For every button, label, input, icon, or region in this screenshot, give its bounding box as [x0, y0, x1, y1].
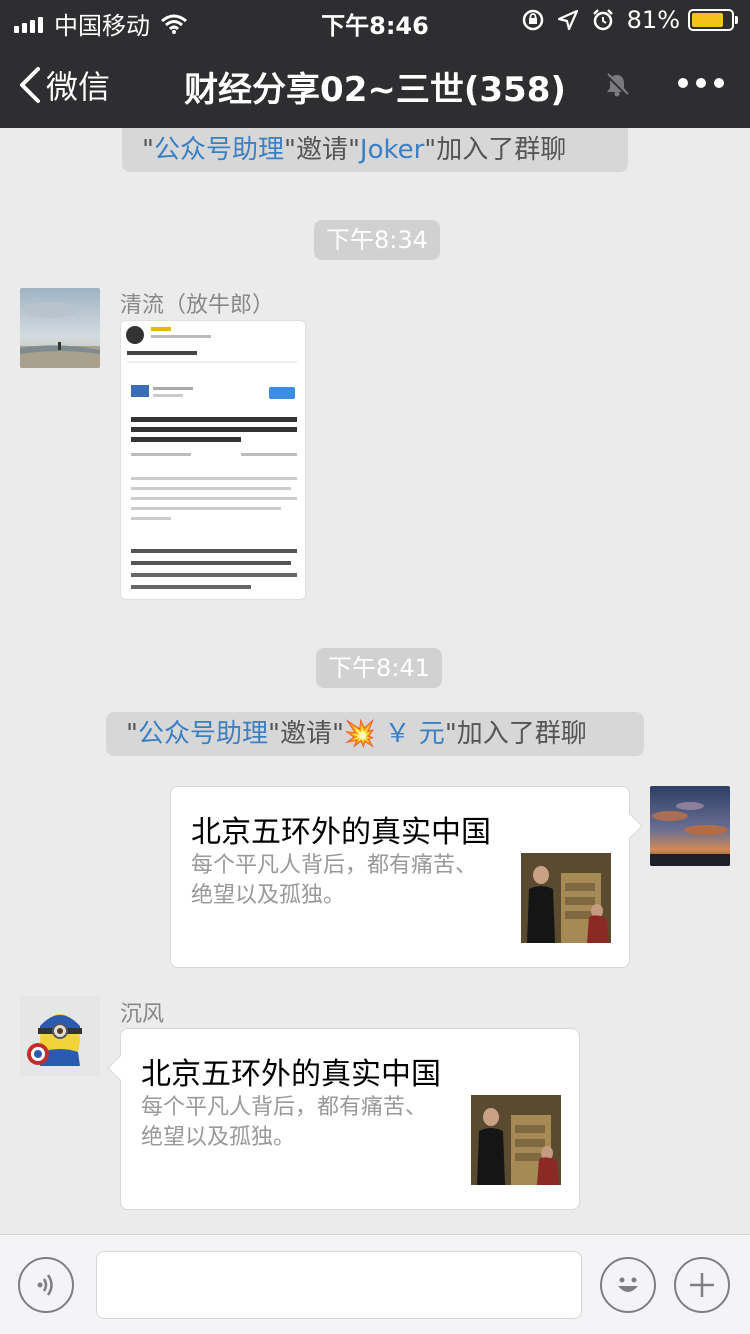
emoji-icon	[618, 1277, 638, 1292]
voice-icon	[37, 1274, 53, 1296]
card-description: 每个平凡人背后，都有痛苦、绝望以及孤独。	[141, 1095, 428, 1150]
avatar-image	[650, 786, 730, 866]
invite-text: "邀请"	[283, 135, 360, 165]
card-title: 北京五环外的真实中国	[191, 815, 491, 850]
invitee-link[interactable]: Joker	[360, 135, 424, 165]
lock-rotation-icon	[522, 9, 543, 31]
mute-bell-icon	[605, 73, 629, 97]
plus-button[interactable]	[674, 1257, 730, 1313]
header: 中国移动 下午8:46 81% 微信 财经分享02~三世(358)	[0, 0, 750, 128]
invitee-link[interactable]: ￥ 元	[385, 719, 445, 749]
avatar[interactable]	[20, 288, 100, 368]
link-card[interactable]: 北京五环外的真实中国 每个平凡人背后，都有痛苦、绝望以及孤独。	[170, 786, 643, 968]
image-message[interactable]	[120, 320, 306, 600]
battery-percent: 81%	[626, 6, 680, 34]
collision-emoji-icon: 💥	[343, 719, 377, 749]
card-description: 每个平凡人背后，都有痛苦、绝望以及孤独。	[191, 853, 478, 908]
card-title: 北京五环外的真实中国	[141, 1057, 441, 1092]
system-message-invite: "公众号助理"邀请"Joker"加入了群聊	[122, 128, 628, 172]
timestamp: 下午8:34	[314, 220, 440, 260]
timestamp: 下午8:41	[316, 648, 442, 688]
quote: "	[126, 719, 138, 749]
sender-name: 清流（放牛郎）	[120, 293, 275, 318]
avatar-image	[20, 996, 100, 1076]
location-arrow-icon	[557, 9, 578, 31]
more-dots-icon[interactable]	[670, 78, 724, 88]
nav-bar: 微信 财经分享02~三世(358)	[0, 40, 750, 128]
message-input[interactable]	[96, 1251, 582, 1319]
inviter-link[interactable]: 公众号助理	[138, 719, 268, 749]
inviter-link[interactable]: 公众号助理	[154, 135, 284, 165]
invite-text: "邀请"	[267, 719, 344, 749]
status-bar: 中国移动 下午8:46 81%	[0, 0, 750, 40]
voice-button[interactable]	[18, 1257, 74, 1313]
bubble-tail	[107, 1055, 133, 1081]
my-avatar[interactable]	[650, 786, 730, 866]
avatar-image	[20, 288, 100, 368]
joined-text: "加入了群聊	[424, 135, 567, 165]
screenshot-thumbnail	[121, 321, 305, 599]
input-bar	[0, 1234, 750, 1334]
quote: "	[142, 135, 154, 165]
card-thumbnail	[471, 1095, 561, 1185]
status-right: 81%	[521, 6, 738, 34]
emoji-button[interactable]	[600, 1257, 656, 1313]
sender-name: 沉风	[120, 1002, 165, 1027]
card-thumbnail	[521, 853, 611, 943]
battery-fill	[692, 13, 723, 27]
system-message-invite: "公众号助理"邀请"💥 ￥ 元"加入了群聊	[106, 712, 644, 756]
chat-title: 财经分享02~三世(358)	[184, 70, 566, 110]
alarm-icon	[592, 9, 613, 31]
avatar[interactable]	[20, 996, 100, 1076]
battery-icon	[688, 9, 738, 31]
plus-icon	[690, 1273, 714, 1297]
link-card[interactable]: 北京五环外的真实中国 每个平凡人背后，都有痛苦、绝望以及孤独。	[107, 1028, 580, 1210]
joined-text: "加入了群聊	[444, 719, 587, 749]
bubble-tail	[617, 813, 643, 839]
